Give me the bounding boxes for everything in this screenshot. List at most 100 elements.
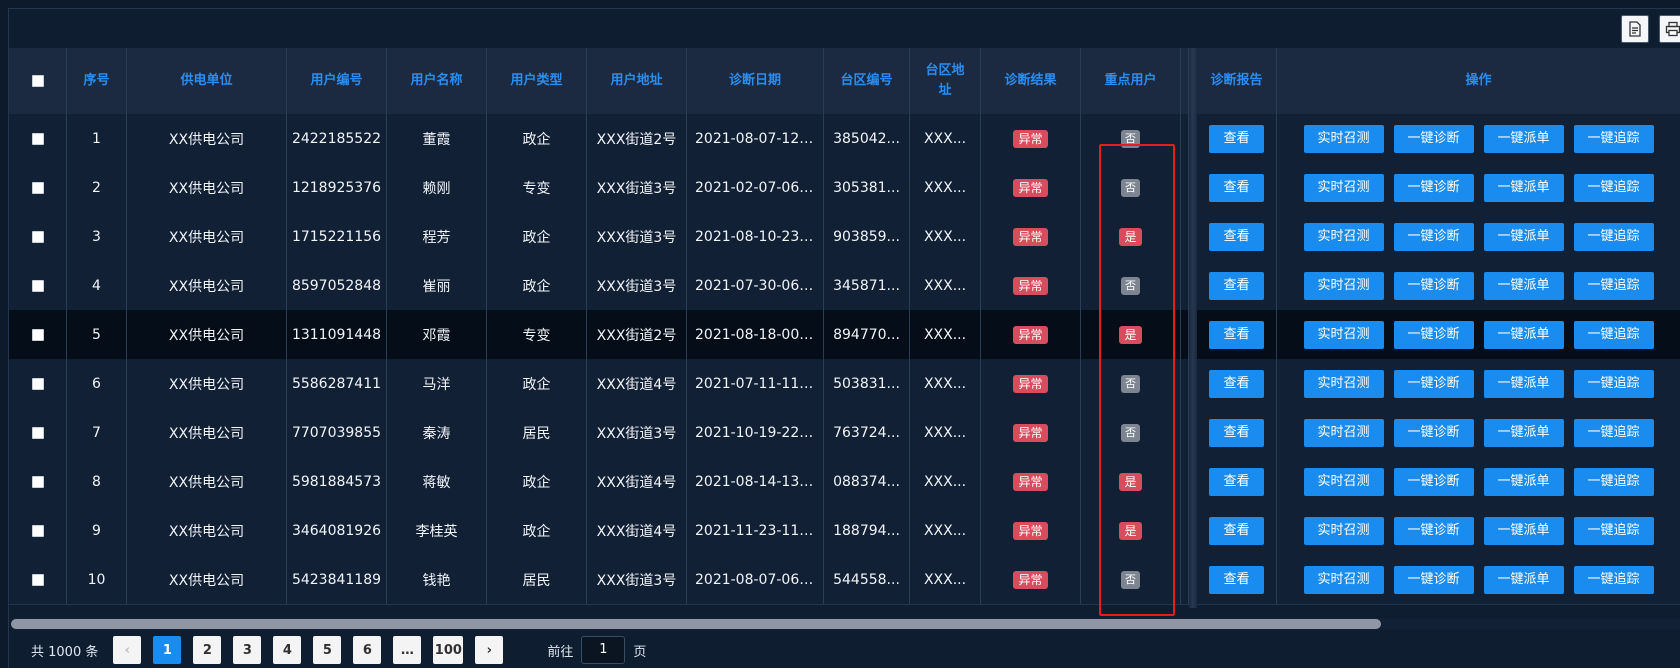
row-checkbox[interactable] xyxy=(31,426,44,439)
one-click-dispatch-button[interactable]: 一键派单 xyxy=(1483,565,1564,594)
realtime-call-button[interactable]: 实时召测 xyxy=(1303,418,1384,447)
cell-date: 2021-08-10-23-... xyxy=(687,212,824,261)
table-row[interactable]: 2 XX供电公司 1218925376 赖刚 专变 XXX街道3号 2021-02-07-0… xyxy=(9,163,1680,213)
realtime-call-button[interactable]: 实时召测 xyxy=(1303,516,1384,545)
one-click-diagnose-button[interactable]: 一键诊断 xyxy=(1393,320,1474,349)
row-checkbox[interactable] xyxy=(31,475,44,488)
one-click-track-button[interactable]: 一键追踪 xyxy=(1573,516,1654,545)
one-click-dispatch-button[interactable]: 一键派单 xyxy=(1483,467,1564,496)
one-click-track-button[interactable]: 一键追踪 xyxy=(1573,271,1654,300)
one-click-track-button[interactable]: 一键追踪 xyxy=(1573,565,1654,594)
row-checkbox[interactable] xyxy=(31,573,44,586)
page-button[interactable]: 5 xyxy=(313,636,342,664)
view-report-button[interactable]: 查看 xyxy=(1209,124,1264,153)
key-user-badge: 否 xyxy=(1121,570,1140,589)
name-text: 蒋敏 xyxy=(422,474,451,491)
one-click-dispatch-button[interactable]: 一键派单 xyxy=(1483,173,1564,202)
one-click-diagnose-button[interactable]: 一键诊断 xyxy=(1393,565,1474,594)
one-click-dispatch-button[interactable]: 一键派单 xyxy=(1483,124,1564,153)
one-click-track-button[interactable]: 一键追踪 xyxy=(1573,124,1654,153)
view-report-button[interactable]: 查看 xyxy=(1209,516,1264,545)
horizontal-scrollbar[interactable] xyxy=(11,618,1680,630)
table-row[interactable]: 8 XX供电公司 5981884573 蒋敏 政企 XXX街道4号 2021-08-14-1… xyxy=(9,457,1680,507)
one-click-dispatch-button[interactable]: 一键派单 xyxy=(1483,320,1564,349)
one-click-diagnose-button[interactable]: 一键诊断 xyxy=(1393,271,1474,300)
row-checkbox[interactable] xyxy=(31,279,44,292)
view-report-button[interactable]: 查看 xyxy=(1209,369,1264,398)
print-button[interactable] xyxy=(1659,15,1680,43)
row-spacer xyxy=(1181,163,1189,212)
one-click-diagnose-button[interactable]: 一键诊断 xyxy=(1393,467,1474,496)
cell-result: 异常 xyxy=(981,261,1081,310)
cell-type: 居民 xyxy=(487,555,587,604)
page-button[interactable]: 100 xyxy=(433,636,464,664)
one-click-diagnose-button[interactable]: 一键诊断 xyxy=(1393,418,1474,447)
row-checkbox[interactable] xyxy=(31,230,44,243)
cell-name: 钱艳 xyxy=(387,555,487,604)
view-report-button[interactable]: 查看 xyxy=(1209,418,1264,447)
cell-unit: XX供电公司 xyxy=(127,261,287,310)
date-text: 2021-08-18-00-... xyxy=(695,326,818,343)
page-button[interactable]: 6 xyxy=(353,636,382,664)
realtime-call-button[interactable]: 实时召测 xyxy=(1303,222,1384,251)
realtime-call-button[interactable]: 实时召测 xyxy=(1303,369,1384,398)
realtime-call-button[interactable]: 实时召测 xyxy=(1303,173,1384,202)
row-checkbox[interactable] xyxy=(31,132,44,145)
export-button[interactable] xyxy=(1621,15,1649,43)
row-checkbox[interactable] xyxy=(31,328,44,341)
table-row[interactable]: 9 XX供电公司 3464081926 李桂英 政企 XXX街道4号 2021-11-23-… xyxy=(9,506,1680,556)
one-click-diagnose-button[interactable]: 一键诊断 xyxy=(1393,124,1474,153)
one-click-diagnose-button[interactable]: 一键诊断 xyxy=(1393,516,1474,545)
one-click-track-button[interactable]: 一键追踪 xyxy=(1573,222,1654,251)
one-click-dispatch-button[interactable]: 一键派单 xyxy=(1483,516,1564,545)
prev-page-button[interactable]: ‹ xyxy=(113,636,142,664)
select-all-checkbox[interactable] xyxy=(31,75,44,87)
goto-page-input[interactable]: 1 xyxy=(581,636,626,664)
table-row[interactable]: 4 XX供电公司 8597052848 崔丽 政企 XXX街道3号 2021-07-30-0… xyxy=(9,261,1680,311)
page-button[interactable]: 1 xyxy=(153,636,182,664)
page-button[interactable]: 3 xyxy=(233,636,262,664)
realtime-call-button[interactable]: 实时召测 xyxy=(1303,124,1384,153)
table-row[interactable]: 7 XX供电公司 7707039855 秦涛 居民 XXX街道3号 2021-10-19-2… xyxy=(9,408,1680,458)
one-click-track-button[interactable]: 一键追踪 xyxy=(1573,467,1654,496)
row-checkbox[interactable] xyxy=(31,524,44,537)
realtime-call-button[interactable]: 实时召测 xyxy=(1303,271,1384,300)
one-click-dispatch-button[interactable]: 一键派单 xyxy=(1483,418,1564,447)
one-click-track-button[interactable]: 一键追踪 xyxy=(1573,320,1654,349)
table-row[interactable]: 10 XX供电公司 5423841189 钱艳 居民 XXX街道3号 2021-08-07-… xyxy=(9,555,1680,605)
view-report-button[interactable]: 查看 xyxy=(1209,467,1264,496)
cell-type: 专变 xyxy=(487,163,587,212)
one-click-track-button[interactable]: 一键追踪 xyxy=(1573,173,1654,202)
next-page-button[interactable]: › xyxy=(475,636,504,664)
one-click-diagnose-button[interactable]: 一键诊断 xyxy=(1393,222,1474,251)
page-button[interactable]: 2 xyxy=(193,636,222,664)
column-header-area-id: 台区编号 xyxy=(824,48,910,114)
table-row[interactable]: 3 XX供电公司 1715221156 程芳 政企 XXX街道3号 2021-08-10-2… xyxy=(9,212,1680,262)
table-row[interactable]: 6 XX供电公司 5586287411 马洋 政企 XXX街道4号 2021-07-11-1… xyxy=(9,359,1680,409)
area-addr-text: XXX... xyxy=(923,571,967,588)
view-report-button[interactable]: 查看 xyxy=(1209,565,1264,594)
key-user-badge: 是 xyxy=(1119,227,1142,246)
table-row[interactable]: 5 XX供电公司 1311091448 邓霞 专变 XXX街道2号 2021-08-18-0… xyxy=(9,310,1680,360)
one-click-track-button[interactable]: 一键追踪 xyxy=(1573,418,1654,447)
one-click-track-button[interactable]: 一键追踪 xyxy=(1573,369,1654,398)
realtime-call-button[interactable]: 实时召测 xyxy=(1303,467,1384,496)
realtime-call-button[interactable]: 实时召测 xyxy=(1303,320,1384,349)
view-report-button[interactable]: 查看 xyxy=(1209,271,1264,300)
type-text: 居民 xyxy=(522,425,551,442)
scrollbar-thumb[interactable] xyxy=(11,619,1381,629)
view-report-button[interactable]: 查看 xyxy=(1209,320,1264,349)
one-click-dispatch-button[interactable]: 一键派单 xyxy=(1483,271,1564,300)
view-report-button[interactable]: 查看 xyxy=(1209,173,1264,202)
view-report-button[interactable]: 查看 xyxy=(1209,222,1264,251)
row-checkbox[interactable] xyxy=(31,377,44,390)
one-click-dispatch-button[interactable]: 一键派单 xyxy=(1483,369,1564,398)
one-click-diagnose-button[interactable]: 一键诊断 xyxy=(1393,369,1474,398)
page-button[interactable]: 4 xyxy=(273,636,302,664)
one-click-diagnose-button[interactable]: 一键诊断 xyxy=(1393,173,1474,202)
realtime-call-button[interactable]: 实时召测 xyxy=(1303,565,1384,594)
row-checkbox[interactable] xyxy=(31,181,44,194)
one-click-dispatch-button[interactable]: 一键派单 xyxy=(1483,222,1564,251)
table-row[interactable]: 1 XX供电公司 2422185522 董霞 政企 XXX街道2号 2021-08-07-1… xyxy=(9,114,1680,164)
more-pages-button[interactable]: … xyxy=(393,636,422,664)
